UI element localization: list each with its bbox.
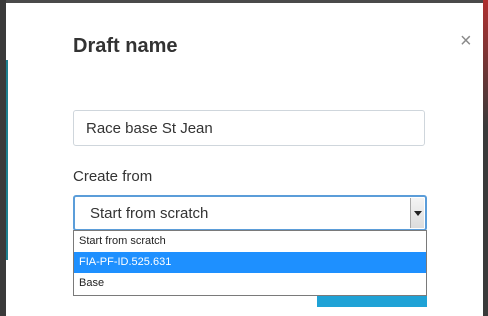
caret-shape [414,211,422,216]
dialog-title: Draft name [73,35,178,57]
draft-name-input[interactable] [73,110,425,146]
dropdown-option-fia-pf-id[interactable]: FIA-PF-ID.525.631 [74,252,426,273]
create-from-selected-value: Start from scratch [90,205,209,222]
backdrop-edge-right [483,0,488,316]
dropdown-option-start-from-scratch[interactable]: Start from scratch [74,231,426,252]
create-from-label: Create from [73,168,153,185]
screen: Draft name × Create from Start from scra… [0,0,488,316]
create-from-dropdown-list: Start from scratch FIA-PF-ID.525.631 Bas… [73,230,427,296]
create-from-select[interactable]: Start from scratch [73,195,427,231]
chevron-down-icon[interactable] [410,198,424,228]
dropdown-option-base[interactable]: Base [74,273,426,294]
draft-name-dialog: Draft name × Create from Start from scra… [8,3,483,316]
close-icon[interactable]: × [460,31,472,51]
